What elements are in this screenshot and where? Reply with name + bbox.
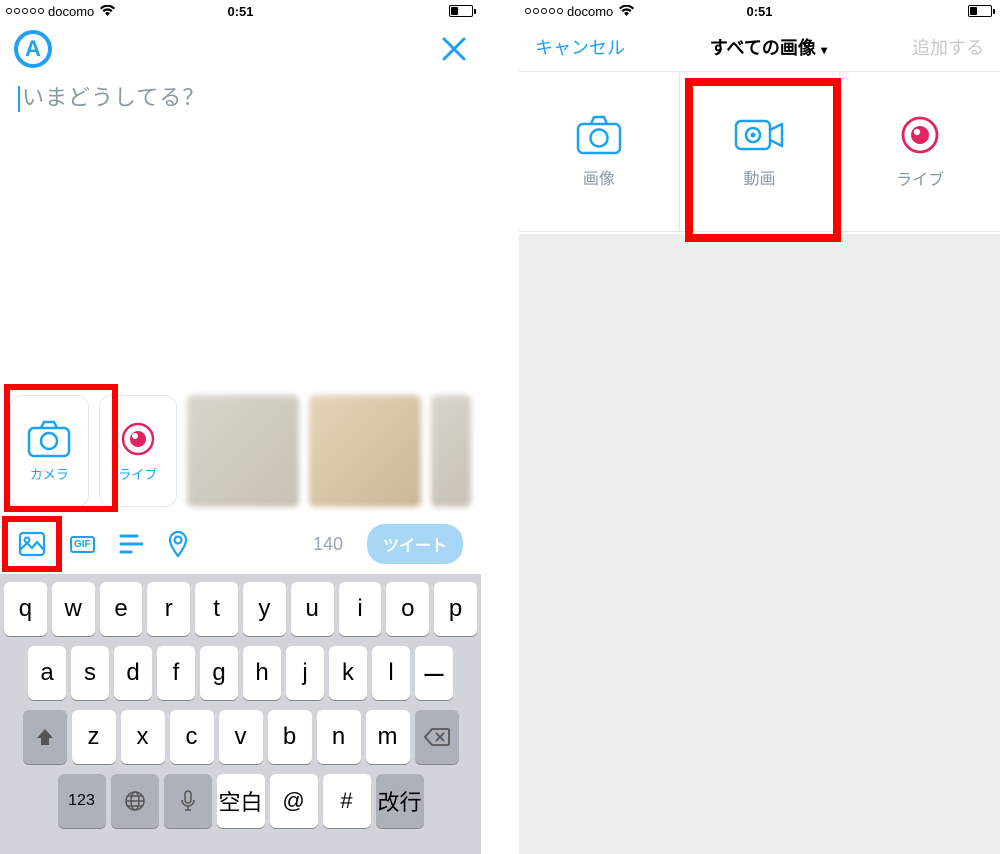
key-b[interactable]: b [268,710,312,764]
signal-dots-icon [525,8,563,14]
avatar[interactable]: A [14,30,52,68]
picker-grid-area [519,234,1000,854]
key-d[interactable]: d [114,646,152,700]
keyboard-row: a s d f g h j k l ー [4,646,477,700]
wifi-icon [619,5,634,17]
ios-keyboard: q w e r t y u i o p a s d f g h j k l ー [0,574,481,854]
photo-thumbnail[interactable] [431,395,471,507]
compose-header: A [0,22,481,76]
keyboard-row: z x c v b n m [4,710,477,764]
numbers-key[interactable]: 123 [58,774,106,828]
enter-key[interactable]: 改行 [376,774,424,828]
key-dash[interactable]: ー [415,646,453,700]
compose-toolbar: GIF 140 ツイート [0,518,481,570]
highlight-box [4,384,118,512]
at-key[interactable]: @ [270,774,318,828]
status-bar: docomo 0:51 [0,0,481,22]
battery-icon [449,5,475,17]
picker-title[interactable]: すべての画像 ▾ [710,34,827,60]
key-e[interactable]: e [100,582,143,636]
media-picker-screen: docomo 0:51 キャンセル すべての画像 ▾ 追加する 画像 動画 [519,0,1000,854]
char-count: 140 [313,534,343,555]
key-o[interactable]: o [386,582,429,636]
periscope-icon [899,114,941,156]
picker-header: キャンセル すべての画像 ▾ 追加する [519,22,1000,72]
compose-screen: docomo 0:51 A いまどうしてる？ カメラ [0,0,481,854]
key-j[interactable]: j [286,646,324,700]
key-l[interactable]: l [372,646,410,700]
status-bar: docomo 0:51 [519,0,1000,22]
clock: 0:51 [746,4,772,19]
key-r[interactable]: r [147,582,190,636]
mic-key[interactable] [164,774,212,828]
key-f[interactable]: f [157,646,195,700]
carrier-label: docomo [567,4,613,19]
key-g[interactable]: g [200,646,238,700]
tweet-button[interactable]: ツイート [367,524,463,564]
key-k[interactable]: k [329,646,367,700]
highlight-box [685,78,841,242]
periscope-icon [119,420,157,458]
gif-icon[interactable]: GIF [70,536,95,553]
picker-title-text: すべての画像 [710,38,816,58]
key-t[interactable]: t [195,582,238,636]
key-m[interactable]: m [366,710,410,764]
live-label: ライブ [118,464,157,483]
backspace-key[interactable] [415,710,459,764]
avatar-letter: A [25,36,41,62]
key-w[interactable]: w [52,582,95,636]
key-h[interactable]: h [243,646,281,700]
carrier-label: docomo [48,4,94,19]
key-y[interactable]: y [243,582,286,636]
photo-thumbnail[interactable] [187,395,299,507]
location-icon[interactable] [167,530,189,558]
key-v[interactable]: v [219,710,263,764]
picker-live-label: ライブ [896,166,944,190]
poll-icon[interactable] [119,532,143,556]
shift-key[interactable] [23,710,67,764]
space-key[interactable]: 空白 [217,774,265,828]
key-s[interactable]: s [71,646,109,700]
close-button[interactable] [441,36,467,62]
key-n[interactable]: n [317,710,361,764]
tweet-input[interactable]: いまどうしてる？ [0,76,481,116]
key-q[interactable]: q [4,582,47,636]
key-p[interactable]: p [434,582,477,636]
clock: 0:51 [227,4,253,19]
wifi-icon [100,5,115,17]
chevron-down-icon: ▾ [818,43,827,57]
hash-key[interactable]: # [323,774,371,828]
globe-key[interactable] [111,774,159,828]
tweet-placeholder: いまどうしてる？ [22,85,205,110]
picker-image-tile[interactable]: 画像 [519,72,679,231]
key-c[interactable]: c [170,710,214,764]
signal-dots-icon [6,8,44,14]
camera-icon [576,115,622,155]
photo-thumbnail[interactable] [309,395,421,507]
picker-live-tile[interactable]: ライブ [839,72,1000,231]
key-z[interactable]: z [72,710,116,764]
key-i[interactable]: i [339,582,382,636]
keyboard-row: 123 空白 @ # 改行 [4,774,477,828]
key-x[interactable]: x [121,710,165,764]
highlight-box [2,516,62,572]
key-u[interactable]: u [291,582,334,636]
text-cursor [18,86,20,112]
key-a[interactable]: a [28,646,66,700]
battery-icon [968,5,994,17]
keyboard-row: q w e r t y u i o p [4,582,477,636]
picker-image-label: 画像 [583,165,615,189]
cancel-button[interactable]: キャンセル [535,34,625,60]
add-button[interactable]: 追加する [912,34,984,60]
